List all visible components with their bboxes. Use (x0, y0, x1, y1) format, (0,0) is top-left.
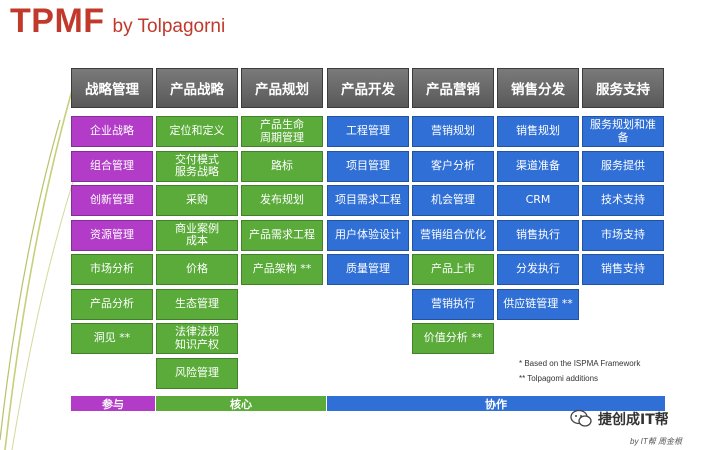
cell-strategy: 洞见 ** (71, 323, 153, 354)
cell-product-marketing: 营销组合优化 (412, 219, 494, 251)
brand-byline: by IT帮 周金根 (630, 437, 683, 446)
cell-sales-distribution: CRM (497, 185, 579, 216)
cell-product-strategy: 法律法规 知识产权 (156, 323, 238, 354)
cell-product-marketing: 营销执行 (412, 288, 494, 320)
column-header-product-planning: 产品规划 (241, 68, 323, 108)
title-byline: by Tolpagorni (112, 16, 226, 37)
cell-strategy: 创新管理 (71, 185, 153, 216)
cell-sales-distribution: 销售规划 (497, 116, 579, 147)
column-header-strategy: 战略管理 (71, 68, 153, 108)
cell-product-marketing: 营销规划 (412, 116, 494, 147)
cell-strategy: 资源管理 (71, 219, 153, 251)
cell-product-strategy: 采购 (156, 185, 238, 216)
title-main: TPMF (10, 2, 105, 40)
cell-sales-distribution: 渠道准备 (497, 150, 579, 182)
cell-product-planning: 产品生命 周期管理 (241, 116, 323, 147)
cell-product-planning: 发布规划 (241, 185, 323, 216)
cell-strategy: 企业战略 (71, 116, 153, 147)
cell-strategy: 组合管理 (71, 150, 153, 182)
cell-product-development: 项目需求工程 (327, 185, 409, 216)
cell-product-development: 工程管理 (327, 116, 409, 147)
cell-product-marketing: 客户分析 (412, 150, 494, 182)
column-header-product-development: 产品开发 (327, 68, 409, 108)
cell-product-strategy: 价格 (156, 254, 238, 285)
legend-bar-core: 核心 (156, 396, 326, 411)
cell-product-marketing: 价值分析 ** (412, 323, 494, 354)
cell-strategy: 产品分析 (71, 288, 153, 320)
column-header-product-strategy: 产品战略 (156, 68, 238, 108)
column-header-service-support: 服务支持 (582, 68, 664, 108)
cell-sales-distribution: 分发执行 (497, 254, 579, 285)
cell-service-support: 市场支持 (582, 219, 664, 251)
cell-service-support: 技术支持 (582, 185, 664, 216)
cell-product-strategy: 定位和定义 (156, 116, 238, 147)
cell-product-development: 质量管理 (327, 254, 409, 285)
page-title: TPMF by Tolpagorni (10, 2, 225, 42)
cell-product-planning: 产品架构 ** (241, 254, 323, 285)
cell-sales-distribution: 供应链管理 ** (497, 288, 579, 320)
column-header-sales-distribution: 销售分发 (497, 68, 579, 108)
cell-product-planning: 产品需求工程 (241, 219, 323, 251)
cell-product-marketing: 产品上市 (412, 254, 494, 285)
cell-service-support: 销售支持 (582, 254, 664, 285)
cell-sales-distribution: 销售执行 (497, 219, 579, 251)
legend-bar-participate: 参与 (71, 396, 155, 411)
cell-product-strategy: 生态管理 (156, 288, 238, 320)
brand-watermark: 捷创成IT帮 (570, 408, 700, 430)
footnote-additions: ** Tolpagomi additions (519, 374, 599, 383)
brand-text: 捷创成IT帮 (598, 412, 669, 428)
cell-product-strategy: 商业案例 成本 (156, 219, 238, 251)
cell-product-strategy: 交付模式 服务战略 (156, 150, 238, 182)
column-header-product-marketing: 产品营销 (412, 68, 494, 108)
cell-product-planning: 路标 (241, 150, 323, 182)
footnote-ispma: * Based on the ISPMA Framework (519, 359, 641, 368)
cell-service-support: 服务规划和准备 (582, 116, 664, 147)
wechat-icon (570, 409, 592, 427)
cell-product-strategy: 风险管理 (156, 357, 238, 389)
decorative-swoosh (0, 69, 80, 450)
cell-product-marketing: 机会管理 (412, 185, 494, 216)
cell-product-development: 项目管理 (327, 150, 409, 182)
cell-service-support: 服务提供 (582, 150, 664, 182)
cell-product-development: 用户体验设计 (327, 219, 409, 251)
cell-strategy: 市场分析 (71, 254, 153, 285)
